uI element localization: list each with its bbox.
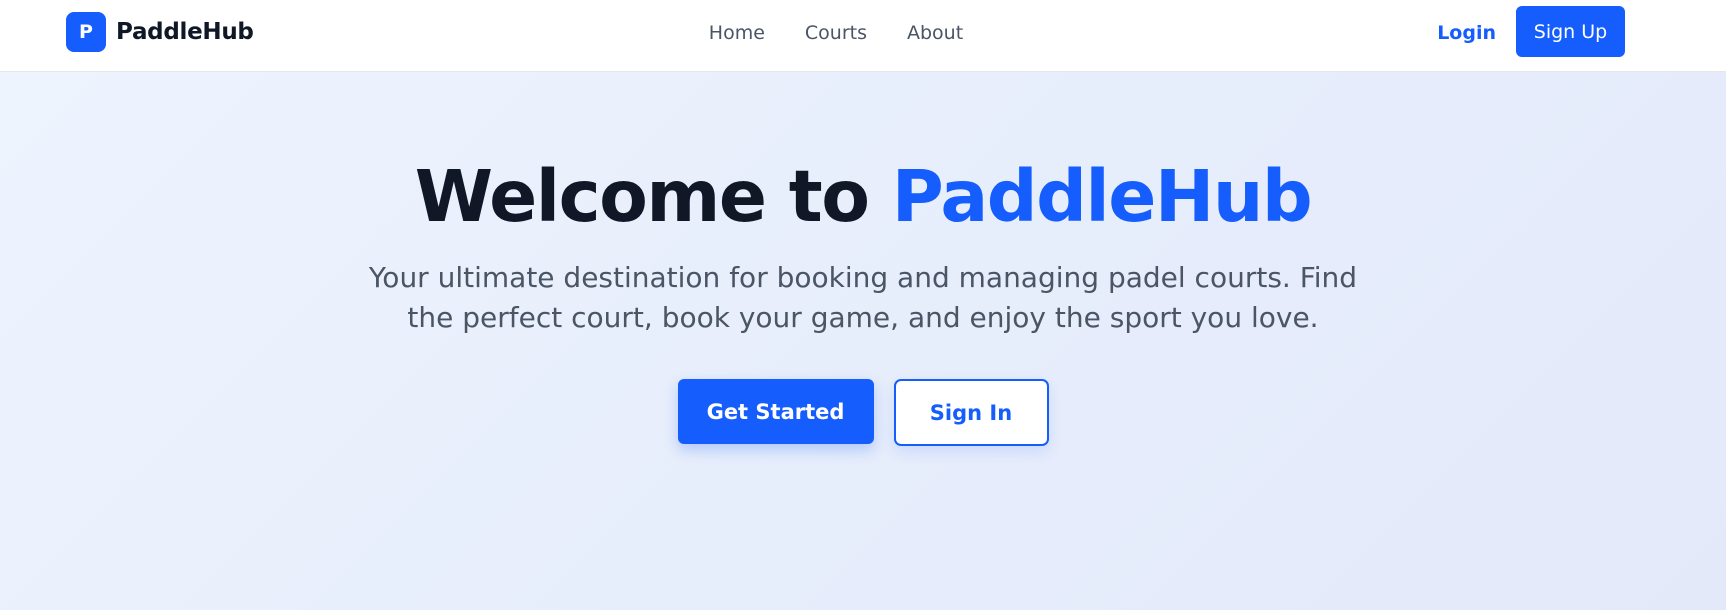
hero-title: Welcome to PaddleHub <box>0 152 1726 242</box>
brand-name: PaddleHub <box>116 19 254 45</box>
hero-section: Welcome to PaddleHub Your ultimate desti… <box>0 72 1726 610</box>
hero-title-brand: PaddleHub <box>891 155 1313 238</box>
nav-link-home[interactable]: Home <box>709 22 765 44</box>
nav-link-about[interactable]: About <box>907 22 963 44</box>
brand-logo-icon: P <box>66 12 106 52</box>
hero-subtitle: Your ultimate destination for booking an… <box>368 261 1358 334</box>
sign-in-button[interactable]: Sign In <box>893 379 1049 446</box>
hero-actions: Get Started Sign In <box>0 379 1726 446</box>
sign-up-button[interactable]: Sign Up <box>1516 6 1625 57</box>
login-link[interactable]: Login <box>1437 20 1496 46</box>
nav-link-courts[interactable]: Courts <box>805 22 867 44</box>
get-started-button[interactable]: Get Started <box>677 379 874 444</box>
hero-title-prefix: Welcome to <box>414 155 892 238</box>
top-navbar: P PaddleHub Home Courts About Login Sign… <box>0 0 1726 72</box>
brand-logo-link[interactable]: P PaddleHub <box>66 12 254 52</box>
